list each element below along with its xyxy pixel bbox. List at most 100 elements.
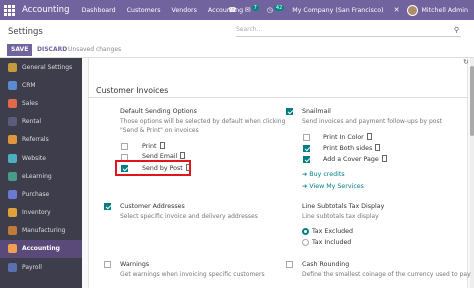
sidebar-item-label: Sales	[22, 99, 38, 107]
activity-icon[interactable]: ◷ 42	[267, 5, 285, 14]
sidebar-item-label: Website	[22, 154, 46, 162]
default-sending-desc-2: "Send & Print" on invoices	[120, 127, 199, 134]
search-icon[interactable]: ⚲	[454, 26, 459, 34]
app-icon	[8, 244, 17, 254]
sidebar-item-payroll[interactable]: Payroll	[0, 258, 82, 276]
scrollbar-thumb[interactable]	[470, 66, 474, 136]
customer-addresses-desc: Select specific invoice and delivery add…	[120, 213, 258, 220]
sidebar-item-elearning[interactable]: eLearning	[0, 167, 82, 185]
sidebar-item-accounting[interactable]: Accounting	[0, 239, 82, 259]
app-icon	[8, 62, 17, 72]
add-cover-page-checkbox[interactable]	[303, 156, 310, 163]
snailmail-desc: Send invoices and payment follow-ups by …	[302, 118, 442, 125]
unsaved-changes-label: Unsaved changes	[68, 46, 122, 53]
apps-menu-icon[interactable]	[4, 4, 18, 16]
section-title: Customer Invoices	[96, 86, 169, 95]
page-title: Settings	[8, 27, 43, 37]
app-icon	[8, 153, 17, 163]
user-avatar[interactable]	[407, 4, 419, 16]
buy-credits-link[interactable]: ➔ Buy credits	[302, 171, 345, 178]
company-setting-icon	[375, 144, 381, 151]
app-icon	[8, 117, 17, 127]
menu-vendors[interactable]: Vendors	[172, 7, 197, 14]
menu-customers[interactable]: Customers	[127, 7, 161, 14]
sidebar-item-label: Payroll	[22, 263, 42, 271]
save-button[interactable]: SAVE	[7, 44, 33, 56]
view-my-services-link[interactable]: ➔ View My Services	[302, 183, 364, 190]
company-switcher[interactable]: My Company (San Francisco)	[292, 7, 383, 14]
line-subtotals-title: Line Subtotals Tax Display	[302, 203, 385, 210]
sidebar-item-label: Rental	[22, 118, 42, 126]
company-setting-icon	[366, 133, 372, 140]
add-cover-page-label[interactable]: Add a Cover Page	[323, 155, 387, 163]
sidebar-item-label: eLearning	[22, 172, 52, 180]
warnings-title: Warnings	[120, 261, 150, 268]
cash-rounding-checkbox[interactable]	[286, 261, 293, 268]
send-email-label[interactable]: Send Email	[142, 152, 186, 160]
warnings-desc: Get warnings when invoicing specific cus…	[120, 271, 265, 278]
sidebar-item-label: Inventory	[22, 209, 51, 217]
sidebar-item-label: Purchase	[22, 190, 50, 198]
app-icon	[8, 98, 17, 108]
default-sending-desc-1: Those options will be selected by defaul…	[120, 118, 286, 125]
cash-rounding-title: Cash Rounding	[302, 261, 350, 268]
phone-icon[interactable]: ☎	[228, 6, 237, 14]
line-subtotals-desc: Line subtotals tax display	[302, 213, 379, 220]
print-both-sides-label[interactable]: Print Both sides	[323, 144, 381, 152]
warnings-checkbox[interactable]	[104, 261, 111, 268]
sidebar-item-referrals[interactable]: Referrals	[0, 131, 82, 149]
print-checkbox[interactable]	[121, 143, 128, 150]
highlight-box	[115, 160, 191, 176]
sidebar-item-label: Accounting	[22, 245, 60, 253]
sidebar-item-purchase[interactable]: Purchase	[0, 185, 82, 203]
refresh-icon: ↻	[463, 58, 469, 66]
app-icon	[8, 189, 17, 199]
chat-icon[interactable]: ✉ 7	[245, 5, 259, 14]
print-in-color-label[interactable]: Print In Color	[323, 133, 372, 141]
sidebar-item-rental[interactable]: Rental	[0, 113, 82, 131]
user-menu[interactable]: Mitchell Admin	[421, 7, 468, 14]
company-setting-icon	[159, 142, 165, 149]
tax-excluded-radio[interactable]	[302, 228, 309, 235]
company-setting-icon	[381, 155, 387, 162]
customer-addresses-title: Customer Addresses	[120, 203, 185, 210]
search-placeholder: Search...	[236, 26, 263, 33]
top-navbar: Accounting Dashboard Customers Vendors A…	[0, 0, 474, 20]
tax-included-radio[interactable]	[302, 239, 309, 246]
app-icon	[8, 226, 17, 236]
app-icon	[8, 135, 17, 145]
app-icon	[8, 208, 17, 218]
settings-sidebar: General Settings CRM Sales Rental Referrals W…	[0, 58, 82, 288]
app-name[interactable]: Accounting	[22, 5, 69, 15]
tax-included-label[interactable]: Tax Included	[312, 239, 351, 246]
control-panel: Settings Search... ⚲ SAVE DISCARD Unsave…	[0, 20, 474, 58]
print-label[interactable]: Print	[142, 142, 165, 150]
menu-dashboard[interactable]: Dashboard	[81, 7, 115, 14]
sidebar-item-inventory[interactable]: Inventory	[0, 204, 82, 222]
sidebar-item-sales[interactable]: Sales	[0, 94, 82, 112]
sidebar-item-label: CRM	[22, 81, 36, 89]
debug-icon[interactable]: ✕	[394, 6, 400, 14]
search-input[interactable]: Search... ⚲	[236, 26, 461, 37]
app-icon	[8, 262, 17, 272]
company-setting-icon	[180, 152, 186, 159]
sidebar-item-crm[interactable]: CRM	[0, 76, 82, 94]
default-sending-title: Default Sending Options	[120, 108, 197, 115]
snailmail-checkbox[interactable]	[286, 108, 293, 115]
activity-count-badge: 42	[273, 5, 285, 11]
sidebar-item-general-settings[interactable]: General Settings	[0, 58, 82, 76]
discard-button[interactable]: DISCARD	[35, 44, 69, 56]
sidebar-item-label: Manufacturing	[22, 227, 66, 235]
customer-addresses-checkbox[interactable]	[104, 203, 111, 210]
print-both-sides-checkbox[interactable]	[303, 145, 310, 152]
sidebar-item-website[interactable]: Website	[0, 149, 82, 167]
print-in-color-checkbox[interactable]	[303, 134, 310, 141]
cash-rounding-desc: Define the smallest coinage of the curre…	[302, 271, 471, 278]
sidebar-item-label: General Settings	[22, 63, 73, 71]
app-icon	[8, 171, 17, 181]
tax-excluded-label[interactable]: Tax Excluded	[312, 228, 353, 235]
app-icon	[8, 80, 17, 90]
section-divider	[88, 97, 468, 98]
sidebar-item-manufacturing[interactable]: Manufacturing	[0, 222, 82, 240]
sidebar-item-label: Referrals	[22, 136, 49, 144]
